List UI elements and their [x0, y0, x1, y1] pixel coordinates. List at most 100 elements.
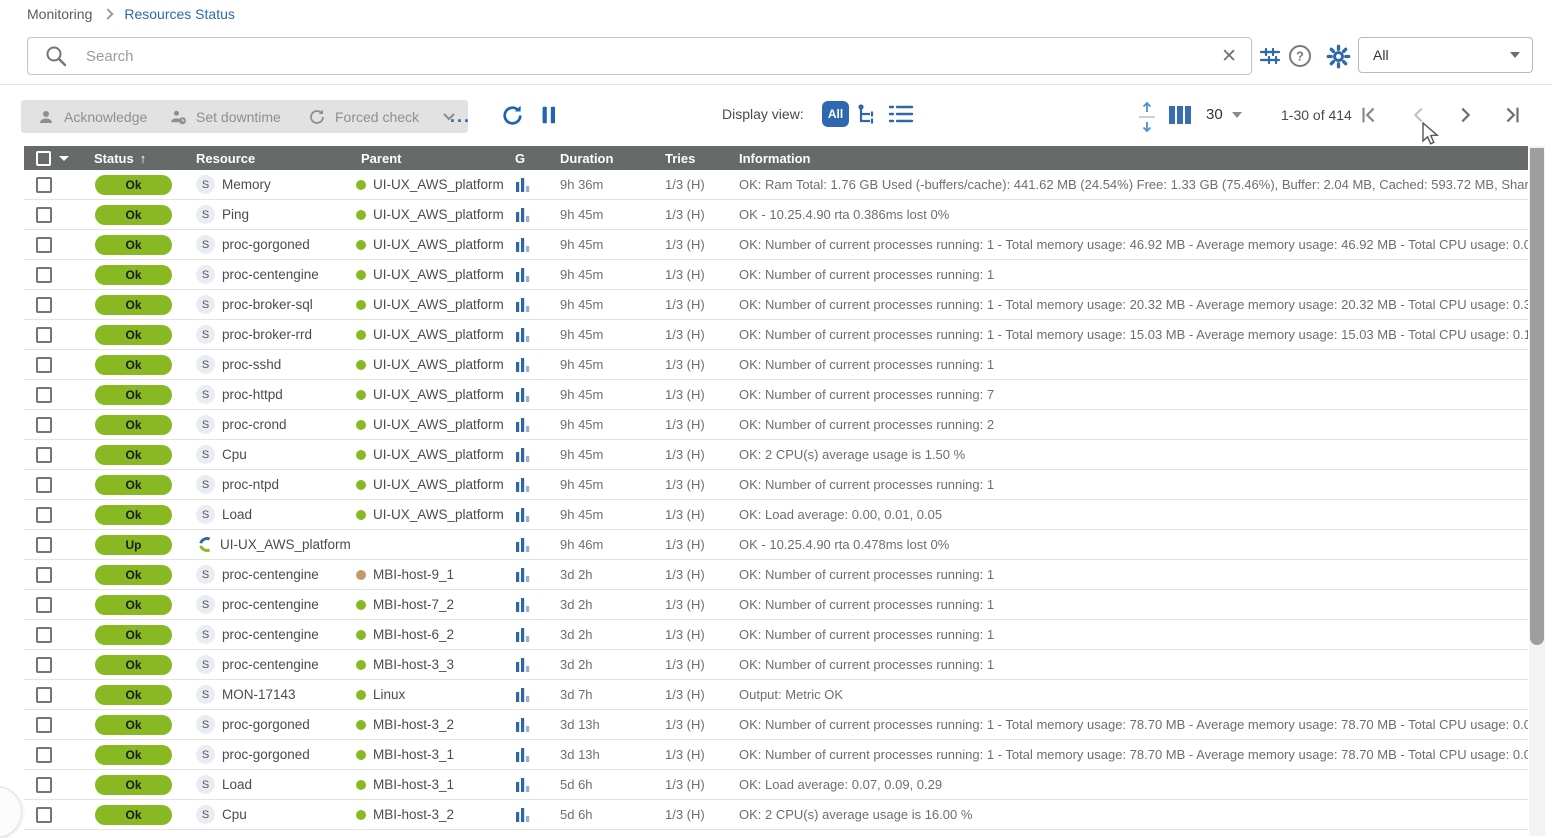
- parent-name[interactable]: MBI-host-3_3: [373, 657, 454, 672]
- forced-check-button[interactable]: Forced check: [292, 100, 468, 133]
- status-badge[interactable]: Ok: [95, 595, 172, 615]
- parent-name[interactable]: UI-UX_AWS_platform: [373, 297, 504, 312]
- graph-icon[interactable]: [515, 657, 531, 673]
- table-row[interactable]: Ok S Cpu UI-UX_AWS_platform 9h 45m 1/3 (…: [24, 440, 1528, 470]
- table-row[interactable]: Ok S Load UI-UX_AWS_platform 9h 45m 1/3 …: [24, 500, 1528, 530]
- status-badge[interactable]: Ok: [95, 445, 172, 465]
- graph-icon[interactable]: [515, 567, 531, 583]
- header-status[interactable]: Status: [94, 151, 134, 166]
- table-row[interactable]: Ok S proc-centengine MBI-host-9_1 3d 2h …: [24, 560, 1528, 590]
- row-checkbox[interactable]: [36, 777, 52, 793]
- parent-name[interactable]: UI-UX_AWS_platform: [373, 447, 504, 462]
- status-badge[interactable]: Ok: [95, 625, 172, 645]
- parent-name[interactable]: UI-UX_AWS_platform: [373, 387, 504, 402]
- clear-search-icon[interactable]: ✕: [1221, 47, 1237, 66]
- row-checkbox[interactable]: [36, 357, 52, 373]
- parent-name[interactable]: MBI-host-3_1: [373, 747, 454, 762]
- table-row[interactable]: Ok S proc-crond UI-UX_AWS_platform 9h 45…: [24, 410, 1528, 440]
- columns-icon[interactable]: [1168, 105, 1192, 125]
- sort-ascending-icon[interactable]: ↑: [140, 151, 147, 166]
- row-checkbox[interactable]: [36, 177, 52, 193]
- graph-icon[interactable]: [515, 297, 531, 313]
- status-badge[interactable]: Ok: [95, 325, 172, 345]
- parent-name[interactable]: UI-UX_AWS_platform: [373, 507, 504, 522]
- status-badge[interactable]: Ok: [95, 205, 172, 225]
- status-badge[interactable]: Ok: [95, 775, 172, 795]
- parent-name[interactable]: UI-UX_AWS_platform: [373, 267, 504, 282]
- resource-name[interactable]: proc-broker-rrd: [222, 327, 312, 342]
- select-all-checkbox[interactable]: [36, 151, 51, 166]
- status-badge[interactable]: Ok: [95, 295, 172, 315]
- list-view-icon[interactable]: [888, 102, 914, 126]
- resource-name[interactable]: Load: [222, 777, 252, 792]
- row-checkbox[interactable]: [36, 717, 52, 733]
- parent-name[interactable]: UI-UX_AWS_platform: [373, 357, 504, 372]
- resource-name[interactable]: UI-UX_AWS_platform: [220, 537, 351, 552]
- row-checkbox[interactable]: [36, 387, 52, 403]
- row-checkbox[interactable]: [36, 447, 52, 463]
- pause-icon[interactable]: [538, 104, 560, 126]
- parent-name[interactable]: MBI-host-6_2: [373, 627, 454, 642]
- row-checkbox[interactable]: [36, 567, 52, 583]
- filters-icon[interactable]: [1258, 44, 1282, 68]
- table-row[interactable]: Ok S proc-gorgoned UI-UX_AWS_platform 9h…: [24, 230, 1528, 260]
- parent-name[interactable]: UI-UX_AWS_platform: [373, 477, 504, 492]
- row-checkbox[interactable]: [36, 207, 52, 223]
- status-badge[interactable]: Up: [95, 535, 172, 555]
- breadcrumb-monitoring[interactable]: Monitoring: [27, 6, 92, 22]
- status-badge[interactable]: Ok: [95, 265, 172, 285]
- row-checkbox[interactable]: [36, 657, 52, 673]
- resource-name[interactable]: Load: [222, 507, 252, 522]
- status-badge[interactable]: Ok: [95, 745, 172, 765]
- first-page-button[interactable]: [1358, 104, 1380, 126]
- status-badge[interactable]: Ok: [95, 715, 172, 735]
- scrollbar-thumb[interactable]: [1530, 148, 1544, 645]
- status-badge[interactable]: Ok: [95, 655, 172, 675]
- graph-icon[interactable]: [515, 777, 531, 793]
- table-row[interactable]: Ok S proc-httpd UI-UX_AWS_platform 9h 45…: [24, 380, 1528, 410]
- refresh-icon[interactable]: [500, 103, 525, 128]
- parent-name[interactable]: UI-UX_AWS_platform: [373, 207, 504, 222]
- view-all-button[interactable]: All: [822, 101, 849, 127]
- row-checkbox[interactable]: [36, 747, 52, 763]
- resource-name[interactable]: proc-gorgoned: [222, 747, 310, 762]
- graph-icon[interactable]: [515, 177, 531, 193]
- resource-name[interactable]: proc-centengine: [222, 267, 319, 282]
- resource-name[interactable]: proc-centengine: [222, 597, 319, 612]
- status-badge[interactable]: Ok: [95, 235, 172, 255]
- graph-icon[interactable]: [515, 477, 531, 493]
- graph-icon[interactable]: [515, 447, 531, 463]
- parent-name[interactable]: Linux: [373, 687, 405, 702]
- table-row[interactable]: Ok S MON-17143 Linux 3d 7h 1/3 (H) Outpu…: [24, 680, 1528, 710]
- parent-name[interactable]: MBI-host-3_2: [373, 807, 454, 822]
- parent-name[interactable]: UI-UX_AWS_platform: [373, 417, 504, 432]
- expand-collapse-rows-icon[interactable]: [1136, 100, 1158, 134]
- settings-gear-icon[interactable]: [1326, 44, 1351, 69]
- row-checkbox[interactable]: [36, 507, 52, 523]
- graph-icon[interactable]: [515, 807, 531, 823]
- status-badge[interactable]: Ok: [95, 685, 172, 705]
- header-information[interactable]: Information: [739, 151, 811, 166]
- acknowledge-button[interactable]: Acknowledge: [21, 100, 163, 133]
- row-checkbox[interactable]: [36, 537, 52, 553]
- filter-scope-select[interactable]: All: [1358, 37, 1533, 73]
- tree-view-icon[interactable]: [856, 102, 882, 126]
- status-badge[interactable]: Ok: [95, 175, 172, 195]
- resource-name[interactable]: proc-crond: [222, 417, 287, 432]
- floating-button-partial[interactable]: [0, 786, 22, 838]
- parent-name[interactable]: MBI-host-7_2: [373, 597, 454, 612]
- graph-icon[interactable]: [515, 357, 531, 373]
- table-row[interactable]: Ok S proc-centengine MBI-host-6_2 3d 2h …: [24, 620, 1528, 650]
- table-row[interactable]: Ok S Ping UI-UX_AWS_platform 9h 45m 1/3 …: [24, 200, 1528, 230]
- header-duration[interactable]: Duration: [560, 151, 613, 166]
- parent-name[interactable]: UI-UX_AWS_platform: [373, 327, 504, 342]
- parent-name[interactable]: UI-UX_AWS_platform: [373, 237, 504, 252]
- resource-name[interactable]: Ping: [222, 207, 249, 222]
- resource-name[interactable]: proc-httpd: [222, 387, 283, 402]
- table-row[interactable]: Ok S Load MBI-host-3_1 5d 6h 1/3 (H) OK:…: [24, 770, 1528, 800]
- graph-icon[interactable]: [515, 387, 531, 403]
- row-checkbox[interactable]: [36, 807, 52, 823]
- graph-icon[interactable]: [515, 267, 531, 283]
- table-row[interactable]: Ok S proc-centengine MBI-host-3_3 3d 2h …: [24, 650, 1528, 680]
- last-page-button[interactable]: [1501, 104, 1523, 126]
